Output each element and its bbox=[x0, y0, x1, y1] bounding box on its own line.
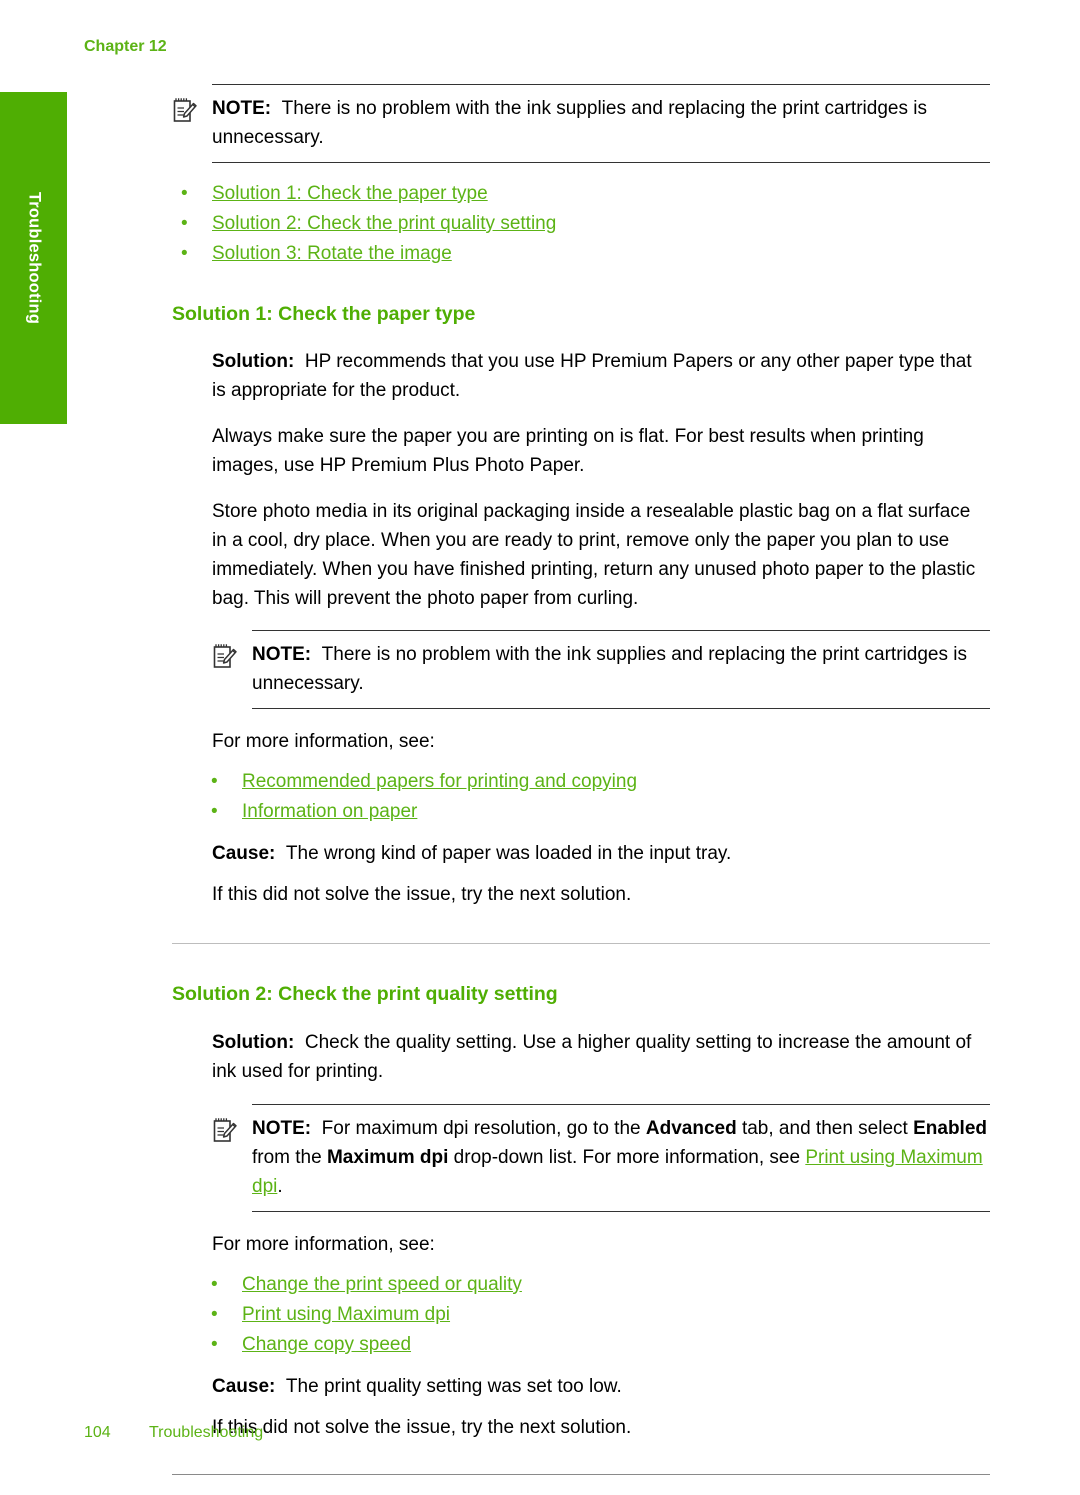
bullet-icon: • bbox=[211, 1274, 218, 1295]
note-text: There is no problem with the ink supplie… bbox=[212, 98, 927, 148]
note-part-5: . bbox=[277, 1176, 283, 1197]
bullet-icon: • bbox=[181, 243, 188, 264]
note-bold-maximum-dpi: Maximum dpi bbox=[326, 1147, 449, 1168]
solution-2-more-info-list: • Change the print speed or quality • Pr… bbox=[202, 1270, 990, 1360]
section-divider-1 bbox=[172, 943, 990, 944]
note-body: NOTE: For maximum dpi resolution, go to t… bbox=[252, 1104, 990, 1212]
note-pencil-icon bbox=[212, 1116, 238, 1144]
bullet-icon: • bbox=[211, 801, 218, 822]
link-solution-1[interactable]: Solution 1: Check the paper type bbox=[212, 183, 488, 204]
link-solution-3[interactable]: Solution 3: Rotate the image bbox=[212, 243, 452, 264]
heading-solution-2: Solution 2: Check the print quality sett… bbox=[172, 983, 558, 1005]
list-item[interactable]: • Print using Maximum dpi bbox=[202, 1300, 990, 1330]
solution-label: Solution: bbox=[212, 1032, 295, 1053]
solution-text: HP recommends that you use HP Premium Pa… bbox=[212, 351, 972, 401]
note-pencil-icon bbox=[212, 642, 238, 670]
solution-label: Solution: bbox=[212, 351, 295, 372]
footer-page-number: 104 bbox=[84, 1424, 111, 1441]
solution-2-solution-paragraph: Solution: Check the quality setting. Use … bbox=[212, 1028, 990, 1086]
solution-1-next-text: If this did not solve the issue, try the… bbox=[212, 884, 632, 905]
chapter-header: Chapter 12 bbox=[84, 38, 167, 55]
list-item[interactable]: • Change copy speed bbox=[202, 1330, 990, 1360]
page-footer: 104 Troubleshooting bbox=[84, 1424, 263, 1442]
solution-2-cause-paragraph: Cause: The print quality setting was set … bbox=[212, 1372, 990, 1401]
side-tab-troubleshooting: Troubleshooting bbox=[0, 92, 67, 424]
link-recommended-papers[interactable]: Recommended papers for printing and copy… bbox=[242, 771, 637, 792]
note-body: NOTE: There is no problem with the ink su… bbox=[212, 84, 990, 163]
note-part-2: tab, and then select bbox=[736, 1118, 914, 1139]
note-part-3: from the bbox=[252, 1147, 327, 1168]
bullet-icon: • bbox=[181, 213, 188, 234]
note-label: NOTE: bbox=[252, 1118, 312, 1139]
note-part-1: For maximum dpi resolution, go to the bbox=[321, 1118, 646, 1139]
solution-1-more-info-list: • Recommended papers for printing and co… bbox=[202, 767, 990, 827]
cause-text: The wrong kind of paper was loaded in th… bbox=[285, 843, 732, 864]
note-block-top: NOTE: There is no problem with the ink su… bbox=[172, 84, 990, 163]
page-content: NOTE: There is no problem with the ink su… bbox=[172, 84, 990, 1475]
note-label: NOTE: bbox=[252, 644, 312, 665]
link-change-print-speed-or-quality[interactable]: Change the print speed or quality bbox=[242, 1274, 522, 1295]
list-item[interactable]: • Information on paper bbox=[202, 797, 990, 827]
solution-2-next-text: If this did not solve the issue, try the… bbox=[212, 1417, 632, 1438]
list-item[interactable]: • Change the print speed or quality bbox=[202, 1270, 990, 1300]
note-bold-enabled: Enabled bbox=[913, 1118, 987, 1139]
note-text: There is no problem with the ink supplie… bbox=[252, 644, 967, 694]
bullet-icon: • bbox=[211, 1334, 218, 1355]
list-item[interactable]: • Solution 2: Check the print quality se… bbox=[172, 209, 990, 239]
link-information-on-paper[interactable]: Information on paper bbox=[242, 801, 417, 822]
note-part-4: drop-down list. For more information, se… bbox=[448, 1147, 806, 1168]
note-block-solution-2: NOTE: For maximum dpi resolution, go to t… bbox=[212, 1104, 990, 1212]
solution-1-paragraph-3: Store photo media in its original packag… bbox=[212, 501, 976, 609]
cause-label: Cause: bbox=[212, 843, 276, 864]
side-tab-label: Troubleshooting bbox=[25, 191, 43, 325]
heading-solution-1: Solution 1: Check the paper type bbox=[172, 303, 476, 325]
note-bold-advanced: Advanced bbox=[645, 1118, 737, 1139]
link-print-using-maximum-dpi-list[interactable]: Print using Maximum dpi bbox=[242, 1304, 450, 1325]
bullet-icon: • bbox=[211, 771, 218, 792]
bullet-icon: • bbox=[211, 1304, 218, 1325]
list-item[interactable]: • Solution 3: Rotate the image bbox=[172, 239, 990, 269]
bullet-icon: • bbox=[181, 183, 188, 204]
note-label: NOTE: bbox=[212, 98, 272, 119]
solution-1-solution-paragraph: Solution: HP recommends that you use HP P… bbox=[212, 347, 990, 405]
footer-section: Troubleshooting bbox=[149, 1424, 264, 1441]
solution-text: Check the quality setting. Use a higher … bbox=[212, 1032, 972, 1082]
list-item[interactable]: • Recommended papers for printing and co… bbox=[202, 767, 990, 797]
list-item[interactable]: • Solution 1: Check the paper type bbox=[172, 179, 990, 209]
note-pencil-icon bbox=[172, 96, 198, 124]
link-solution-2[interactable]: Solution 2: Check the print quality sett… bbox=[212, 213, 556, 234]
note-body: NOTE: There is no problem with the ink su… bbox=[252, 630, 990, 709]
solution-1-paragraph-2: Always make sure the paper you are print… bbox=[212, 426, 924, 476]
solution-1-cause-paragraph: Cause: The wrong kind of paper was loaded… bbox=[212, 839, 990, 868]
note-block-solution-1: NOTE: There is no problem with the ink su… bbox=[212, 630, 990, 709]
cause-label: Cause: bbox=[212, 1376, 276, 1397]
link-change-copy-speed[interactable]: Change copy speed bbox=[242, 1334, 411, 1355]
solution-link-list: • Solution 1: Check the paper type • Sol… bbox=[172, 179, 990, 269]
solution-2-more-info-intro: For more information, see: bbox=[212, 1234, 435, 1255]
solution-1-more-info-intro: For more information, see: bbox=[212, 731, 435, 752]
cause-text: The print quality setting was set too lo… bbox=[285, 1376, 622, 1397]
section-divider-2 bbox=[172, 1474, 990, 1475]
